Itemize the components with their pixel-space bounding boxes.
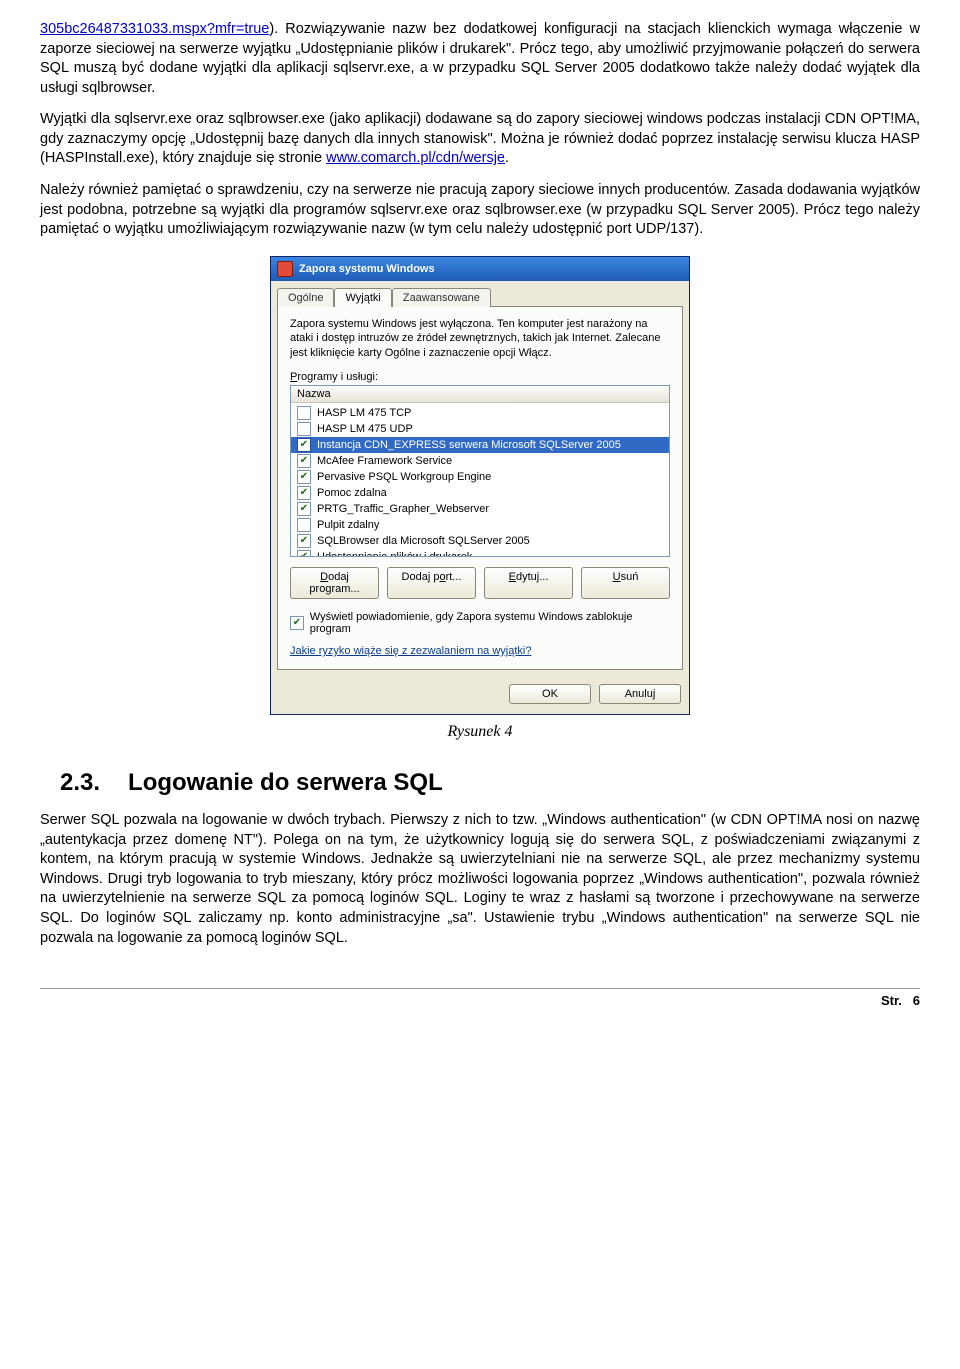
shield-icon <box>277 261 293 277</box>
add-port-button[interactable]: Dodaj port... <box>387 567 476 599</box>
section-number: 2.3. <box>60 769 100 796</box>
btn-label: dytuj... <box>516 571 548 583</box>
accel: E <box>509 571 516 583</box>
checkbox-icon[interactable]: ✔ <box>297 502 311 516</box>
paragraph-2: Wyjątki dla sqlservr.exe oraz sqlbrowser… <box>40 110 920 169</box>
footer-page-number: 6 <box>913 993 920 1008</box>
link-comarch[interactable]: www.comarch.pl/cdn/wersje <box>326 150 505 166</box>
list-item[interactable]: ✔ Pervasive PSQL Workgroup Engine <box>291 469 669 485</box>
column-header-name[interactable]: Nazwa <box>291 386 669 403</box>
tab-panel: Zapora systemu Windows jest wyłączona. T… <box>277 306 683 671</box>
tab-general[interactable]: Ogólne <box>277 288 334 307</box>
tab-exceptions[interactable]: Wyjątki <box>334 288 391 307</box>
list-item[interactable]: ✔ Pomoc zdalna <box>291 485 669 501</box>
delete-button[interactable]: Usuń <box>581 567 670 599</box>
list-item-label: PRTG_Traffic_Grapher_Webserver <box>317 503 489 515</box>
accel: D <box>320 571 328 583</box>
dialog-bottom-bar: OK Anuluj <box>271 676 689 714</box>
list-item[interactable]: ✔ Udostępnianie plików i drukarek <box>291 549 669 557</box>
link-mspx[interactable]: 305bc26487331033.mspx?mfr=true <box>40 21 269 37</box>
checkbox-icon[interactable]: ✔ <box>297 438 311 452</box>
btn-label: suń <box>621 571 639 583</box>
accel: U <box>613 571 621 583</box>
accel: W <box>310 611 320 623</box>
section-heading: 2.3. Logowanie do serwera SQL <box>60 769 920 797</box>
list-item-label: Instancja CDN_EXPRESS serwera Microsoft … <box>317 439 621 451</box>
checkbox-icon[interactable]: ✔ <box>297 454 311 468</box>
list-item-label: HASP LM 475 UDP <box>317 423 413 435</box>
add-program-button[interactable]: Dodaj program... <box>290 567 379 599</box>
list-item[interactable]: ✔ Instancja CDN_EXPRESS serwera Microsoft… <box>291 437 669 453</box>
checkbox-icon[interactable]: ✔ <box>297 486 311 500</box>
list-item-label: Udostępnianie plików i drukarek <box>317 551 472 557</box>
list-item-label: Pomoc zdalna <box>317 487 387 499</box>
list-item[interactable]: HASP LM 475 UDP <box>291 421 669 437</box>
list-item-label: HASP LM 475 TCP <box>317 407 411 419</box>
firewall-dialog: Zapora systemu Windows Ogólne Wyjątki Za… <box>270 256 690 716</box>
button-row: Dodaj program... Dodaj port... Edytuj...… <box>290 567 670 599</box>
list-item[interactable]: Pulpit zdalny <box>291 517 669 533</box>
list-item[interactable]: ✔ McAfee Framework Service <box>291 453 669 469</box>
checkbox-icon[interactable] <box>297 406 311 420</box>
paragraph-3: Należy również pamiętać o sprawdzeniu, c… <box>40 181 920 240</box>
tab-advanced[interactable]: Zaawansowane <box>392 288 491 307</box>
edit-button[interactable]: Edytuj... <box>484 567 573 599</box>
figure-caption: Rysunek 4 <box>40 723 920 741</box>
btn-label-pre: Dodaj p <box>402 571 440 583</box>
page-footer: Str. 6 <box>40 988 920 1008</box>
programs-listbox[interactable]: Nazwa HASP LM 475 TCP HASP LM 475 UDP ✔ Ins… <box>290 385 670 557</box>
risk-help-link[interactable]: Jakie ryzyko wiąże się z zezwalaniem na … <box>290 645 531 657</box>
list-label: Programy i usługi: <box>290 371 670 383</box>
checkbox-icon[interactable]: ✔ <box>297 550 311 557</box>
notify-checkbox[interactable]: ✔ <box>290 616 304 630</box>
list-item[interactable]: ✔ PRTG_Traffic_Grapher_Webserver <box>291 501 669 517</box>
list-item-label: Pervasive PSQL Workgroup Engine <box>317 471 491 483</box>
checkbox-icon[interactable] <box>297 518 311 532</box>
list-item-label: McAfee Framework Service <box>317 455 452 467</box>
para2-text-b: . <box>505 150 509 166</box>
section-title: Logowanie do serwera SQL <box>128 769 443 796</box>
list-item-label: Pulpit zdalny <box>317 519 379 531</box>
checkbox-icon[interactable]: ✔ <box>297 534 311 548</box>
btn-label: odaj program... <box>309 571 359 595</box>
list-item-label: SQLBrowser dla Microsoft SQLServer 2005 <box>317 535 530 547</box>
dialog-tabs: Ogólne Wyjątki Zaawansowane <box>271 281 689 306</box>
dialog-title: Zapora systemu Windows <box>299 263 435 275</box>
list-item[interactable]: ✔ SQLBrowser dla Microsoft SQLServer 2005 <box>291 533 669 549</box>
ok-button[interactable]: OK <box>509 684 591 704</box>
paragraph-1: 305bc26487331033.mspx?mfr=true). Rozwiąz… <box>40 20 920 98</box>
list-label-rest: rogramy i usługi: <box>297 371 378 383</box>
notify-label: Wyświetl powiadomienie, gdy Zapora syste… <box>310 611 670 635</box>
checkbox-icon[interactable] <box>297 422 311 436</box>
cancel-button[interactable]: Anuluj <box>599 684 681 704</box>
notify-rest: yświetl powiadomienie, gdy Zapora system… <box>310 611 633 635</box>
checkbox-icon[interactable]: ✔ <box>297 470 311 484</box>
footer-label: Str. <box>881 993 902 1008</box>
paragraph-4: Serwer SQL pozwala na logowanie w dwóch … <box>40 811 920 948</box>
list-item[interactable]: HASP LM 475 TCP <box>291 405 669 421</box>
btn-label-rest: rt... <box>446 571 462 583</box>
info-text: Zapora systemu Windows jest wyłączona. T… <box>290 317 670 362</box>
dialog-titlebar[interactable]: Zapora systemu Windows <box>271 257 689 281</box>
notify-checkbox-row[interactable]: ✔ Wyświetl powiadomienie, gdy Zapora sys… <box>290 611 670 635</box>
